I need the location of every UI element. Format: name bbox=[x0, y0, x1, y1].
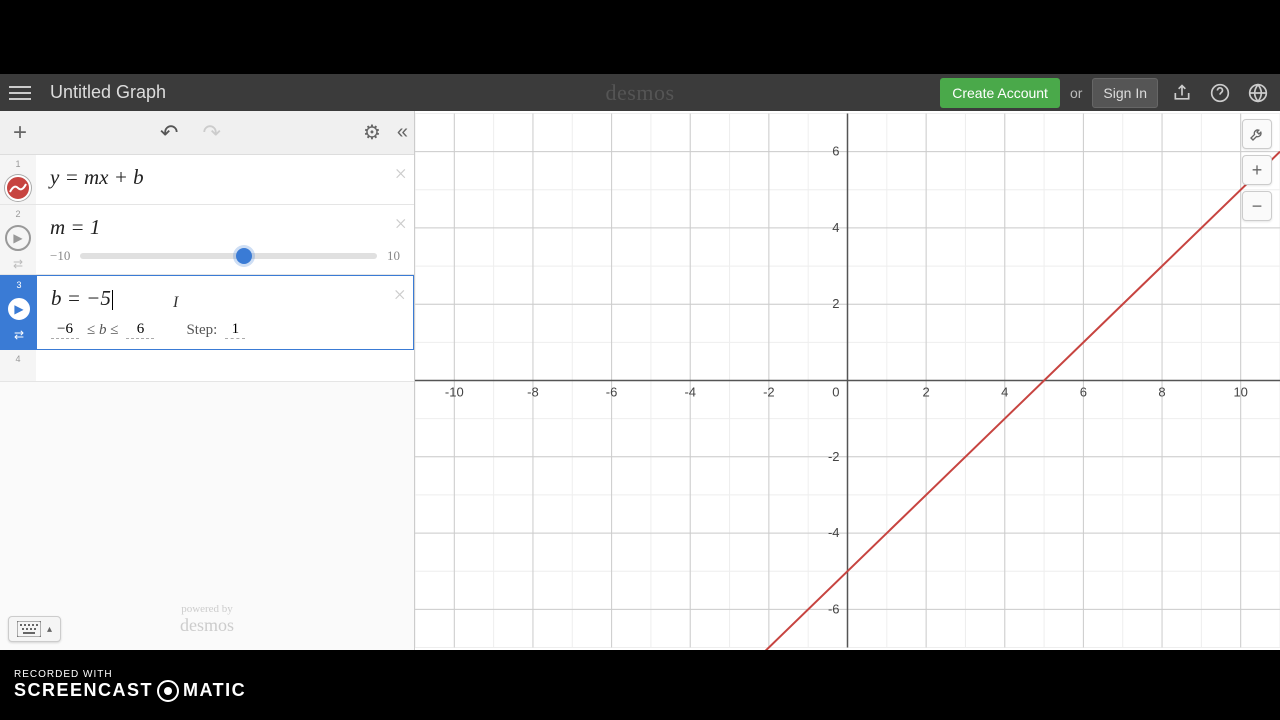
expression-input[interactable]: y = mx + b × bbox=[36, 155, 414, 204]
svg-text:8: 8 bbox=[1158, 385, 1165, 400]
caret-up-icon: ▴ bbox=[47, 624, 52, 635]
slider-track[interactable] bbox=[80, 253, 377, 259]
ibeam-cursor-icon: I bbox=[173, 294, 178, 312]
zoom-in-button[interactable]: + bbox=[1242, 155, 1272, 185]
sidebar-toolbar: + ↶ ↷ ⚙ « bbox=[0, 111, 414, 155]
delete-expression-icon[interactable]: × bbox=[393, 211, 408, 237]
svg-text:6: 6 bbox=[832, 144, 839, 159]
watermark-bar: RECORDED WITH SCREENCAST MATIC bbox=[0, 650, 1280, 720]
svg-text:-8: -8 bbox=[527, 385, 539, 400]
language-icon[interactable] bbox=[1244, 79, 1272, 107]
expression-input[interactable] bbox=[36, 350, 414, 381]
svg-text:-6: -6 bbox=[606, 385, 618, 400]
graph-svg: -10 -8 -6 -4 -2 0 2 4 6 8 10 -6 -4 -2 2 4 6 bbox=[415, 111, 1280, 650]
formula-text: m = 1 bbox=[50, 215, 100, 239]
expression-list: 1 y = mx + b × 2 ▶ ⇄ m = 1 bbox=[0, 155, 414, 650]
header-bar: Untitled Graph desmos Create Account or … bbox=[0, 74, 1280, 111]
add-expression-button[interactable]: + bbox=[6, 119, 34, 147]
svg-text:-2: -2 bbox=[763, 385, 775, 400]
svg-text:0: 0 bbox=[832, 385, 839, 400]
svg-text:-2: -2 bbox=[828, 449, 840, 464]
powered-by-label: powered by desmos bbox=[180, 603, 234, 636]
sign-in-button[interactable]: Sign In bbox=[1092, 78, 1158, 108]
menu-icon[interactable] bbox=[8, 81, 32, 105]
expression-index: 4 bbox=[0, 350, 36, 381]
expression-input[interactable]: b = −5 I × ≤ b ≤ Step: bbox=[37, 276, 413, 349]
svg-text:6: 6 bbox=[1080, 385, 1087, 400]
formula-text: b = −5 bbox=[51, 286, 111, 310]
upper-bound-input[interactable] bbox=[126, 321, 154, 339]
slider-max[interactable]: 10 bbox=[387, 248, 400, 264]
zoom-out-button[interactable]: − bbox=[1242, 191, 1272, 221]
or-text: or bbox=[1070, 85, 1082, 101]
wrench-icon[interactable] bbox=[1242, 119, 1272, 149]
line-color-icon[interactable] bbox=[5, 175, 31, 201]
graph-canvas[interactable]: -10 -8 -6 -4 -2 0 2 4 6 8 10 -6 -4 -2 2 4 6 + − bbox=[415, 111, 1280, 650]
svg-text:2: 2 bbox=[923, 385, 930, 400]
step-label: Step: bbox=[186, 322, 217, 339]
redo-icon[interactable]: ↷ bbox=[202, 120, 220, 146]
expression-row-empty[interactable]: 4 bbox=[0, 350, 414, 382]
expression-index: 2 ▶ ⇄ bbox=[0, 205, 36, 274]
delete-expression-icon[interactable]: × bbox=[393, 161, 408, 187]
create-account-button[interactable]: Create Account bbox=[940, 78, 1060, 108]
svg-text:2: 2 bbox=[832, 296, 839, 311]
share-icon[interactable] bbox=[1168, 79, 1196, 107]
slider-control: −10 10 bbox=[50, 248, 400, 264]
svg-text:-10: -10 bbox=[445, 385, 464, 400]
desmos-logo: desmos bbox=[606, 80, 675, 106]
expression-row[interactable]: 2 ▶ ⇄ m = 1 × −10 10 bbox=[0, 205, 414, 275]
keyboard-toggle-button[interactable]: ▴ bbox=[8, 616, 61, 642]
graph-controls: + − bbox=[1242, 119, 1272, 221]
play-slider-icon[interactable]: ▶ bbox=[5, 225, 31, 251]
slider-min[interactable]: −10 bbox=[50, 248, 70, 264]
watermark-title: SCREENCAST MATIC bbox=[14, 680, 246, 702]
svg-text:-4: -4 bbox=[684, 385, 696, 400]
collapse-panel-icon[interactable]: « bbox=[397, 121, 408, 144]
watermark-dot-icon bbox=[157, 680, 179, 702]
expression-sidebar: + ↶ ↷ ⚙ « 1 y = mx + b bbox=[0, 111, 415, 650]
text-cursor bbox=[112, 290, 113, 310]
expression-row-active[interactable]: 3 ▶ ⇄ b = −5 I × ≤ b ≤ Step: bbox=[0, 275, 414, 350]
svg-text:10: 10 bbox=[1233, 385, 1247, 400]
app-window: Untitled Graph desmos Create Account or … bbox=[0, 74, 1280, 650]
lower-bound-input[interactable] bbox=[51, 321, 79, 339]
expression-index: 1 bbox=[0, 155, 36, 204]
slider-mode-icon[interactable]: ⇄ bbox=[13, 257, 23, 271]
svg-text:4: 4 bbox=[1001, 385, 1008, 400]
svg-text:-4: -4 bbox=[828, 525, 840, 540]
formula-text: y = mx + b bbox=[50, 165, 144, 189]
svg-text:-6: -6 bbox=[828, 601, 840, 616]
undo-icon[interactable]: ↶ bbox=[160, 120, 178, 146]
slider-mode-icon[interactable]: ⇄ bbox=[14, 328, 24, 342]
watermark-subtitle: RECORDED WITH bbox=[14, 669, 246, 680]
keyboard-icon bbox=[17, 621, 41, 637]
expression-index: 3 ▶ ⇄ bbox=[1, 276, 37, 349]
step-input[interactable] bbox=[225, 321, 245, 339]
graph-title[interactable]: Untitled Graph bbox=[50, 82, 940, 103]
help-icon[interactable] bbox=[1206, 79, 1234, 107]
slider-bounds: ≤ b ≤ Step: bbox=[51, 321, 399, 339]
expression-input[interactable]: m = 1 × −10 10 bbox=[36, 205, 414, 274]
expression-row[interactable]: 1 y = mx + b × bbox=[0, 155, 414, 205]
slider-thumb[interactable] bbox=[236, 248, 252, 264]
svg-text:4: 4 bbox=[832, 220, 839, 235]
play-slider-icon[interactable]: ▶ bbox=[6, 296, 32, 322]
settings-gear-icon[interactable]: ⚙ bbox=[363, 120, 381, 145]
delete-expression-icon[interactable]: × bbox=[392, 282, 407, 308]
